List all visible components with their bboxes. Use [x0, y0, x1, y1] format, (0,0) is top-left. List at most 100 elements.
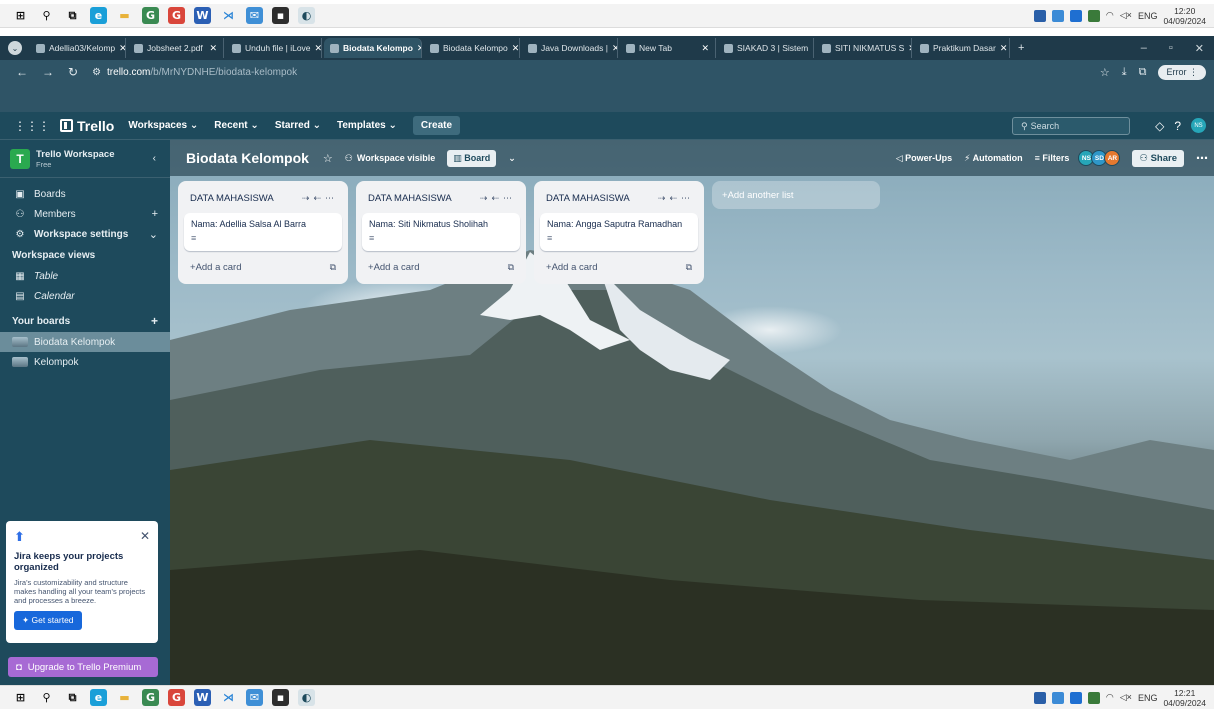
header-nav-templates[interactable]: Templates ⌄	[337, 120, 397, 131]
board-view-button[interactable]: ▥ Board	[447, 149, 497, 167]
card[interactable]: Nama: Siti Nikmatus Sholihah ≡	[362, 213, 520, 251]
tab-close-icon[interactable]: ✕	[1000, 43, 1008, 54]
tab-close-icon[interactable]: ✕	[209, 43, 217, 54]
bookmark-star-icon[interactable]: ☆	[1100, 66, 1110, 79]
minimize-icon[interactable]: –	[1141, 42, 1147, 55]
tray-app-icon[interactable]	[1087, 9, 1100, 22]
powerups-button[interactable]: ◁ Power-Ups	[896, 153, 952, 164]
mail-icon[interactable]: ✉	[246, 689, 263, 706]
windows-start-icon[interactable]: ⊞	[12, 7, 29, 24]
tray-app-icon[interactable]	[1033, 9, 1046, 22]
tab-close-icon[interactable]: ✕	[812, 43, 813, 54]
site-info-icon[interactable]: ⚙	[92, 67, 101, 78]
visibility-button[interactable]: ⚇ Workspace visible	[345, 153, 435, 164]
vscode-icon[interactable]: ⋊	[220, 7, 237, 24]
mail-icon[interactable]: ✉	[246, 7, 263, 24]
task-view-icon[interactable]: ⧉	[64, 7, 81, 24]
file-explorer-icon[interactable]: ▬	[116, 7, 133, 24]
list-title[interactable]: DATA MAHASISWA	[368, 193, 452, 204]
list-title[interactable]: DATA MAHASISWA	[190, 193, 274, 204]
tab-close-icon[interactable]: ✕	[119, 43, 125, 54]
list-header[interactable]: DATA MAHASISWA ⇢⇠⋯	[540, 187, 698, 209]
collapse-list-icon[interactable]: ⇢⇠	[302, 193, 325, 203]
close-icon[interactable]: ✕	[1195, 42, 1204, 55]
download-icon[interactable]: ⤓	[1122, 66, 1127, 79]
header-nav-workspaces[interactable]: Workspaces ⌄	[128, 120, 198, 131]
card[interactable]: Nama: Adellia Salsa Al Barra ≡	[184, 213, 342, 251]
notifications-icon[interactable]: ◇	[1155, 119, 1164, 133]
card-template-icon[interactable]: ⧉	[330, 262, 336, 273]
list-header[interactable]: DATA MAHASISWA ⇢⇠⋯	[362, 187, 520, 209]
sidebar-item-calendar[interactable]: ▤ Calendar	[0, 286, 170, 306]
terminal-icon[interactable]: ▪	[272, 689, 289, 706]
back-icon[interactable]: ←	[16, 65, 28, 79]
tab-close-icon[interactable]: ✕	[417, 43, 421, 54]
volume-icon[interactable]: ◁×	[1120, 692, 1132, 703]
sidebar-board-biodata-kelompok[interactable]: Biodata Kelompok	[0, 332, 170, 352]
language-indicator[interactable]: ENG	[1138, 11, 1158, 21]
filters-button[interactable]: ≡ Filters	[1035, 153, 1070, 163]
header-nav-recent[interactable]: Recent ⌄	[214, 120, 259, 131]
clock[interactable]: 12:20 04/09/2024	[1163, 6, 1206, 26]
sidebar-item-boards[interactable]: ▣ Boards	[0, 184, 170, 204]
browser-tab[interactable]: Praktikum Dasar ✕	[914, 38, 1010, 58]
extensions-icon[interactable]: ⧉	[1139, 66, 1147, 79]
wifi-icon[interactable]: ◠	[1106, 692, 1114, 703]
member-avatar[interactable]: AR	[1104, 150, 1121, 166]
vscode-icon[interactable]: ⋊	[220, 689, 237, 706]
more-icon[interactable]: ⋯	[681, 193, 694, 203]
list-actions[interactable]: ⇢⇠⋯	[480, 193, 516, 204]
word-icon[interactable]: W	[194, 689, 211, 706]
collapse-list-icon[interactable]: ⇢⇠	[480, 193, 503, 203]
wifi-icon[interactable]: ◠	[1106, 10, 1114, 21]
list-header[interactable]: DATA MAHASISWA ⇢⇠⋯	[184, 187, 342, 209]
chrome-profile-icon[interactable]: G	[168, 689, 185, 706]
add-board-icon[interactable]: +	[151, 314, 158, 328]
file-explorer-icon[interactable]: ▬	[116, 689, 133, 706]
tray-app-icon[interactable]	[1087, 691, 1100, 704]
task-view-icon[interactable]: ⧉	[64, 689, 81, 706]
create-button[interactable]: Create	[412, 116, 461, 135]
chevron-down-icon[interactable]: ⌄	[508, 153, 516, 164]
more-icon[interactable]: ⋯	[325, 193, 338, 203]
tray-app-icon[interactable]	[1051, 691, 1064, 704]
paint-icon[interactable]: ◐	[298, 7, 315, 24]
board-title[interactable]: Biodata Kelompok	[186, 150, 309, 166]
tray-app-icon[interactable]	[1051, 9, 1064, 22]
tab-close-icon[interactable]: ✕	[701, 43, 709, 54]
add-card-button[interactable]: + Add a card ⧉	[362, 255, 520, 279]
automation-button[interactable]: ⚡ Automation	[964, 153, 1023, 164]
sidebar-item-workspace-settings[interactable]: ⚙ Workspace settings ⌄	[0, 224, 170, 244]
browser-tab[interactable]: Jobsheet 2.pdf ✕	[128, 38, 224, 58]
terminal-icon[interactable]: ▪	[272, 7, 289, 24]
url-field[interactable]: ⚙ trello.com/b/MrNYDNHE/biodata-kelompok	[92, 67, 297, 78]
chrome-icon[interactable]: G	[142, 689, 159, 706]
list-title[interactable]: DATA MAHASISWA	[546, 193, 630, 204]
edge-icon[interactable]: e	[90, 7, 107, 24]
tray-app-icon[interactable]	[1069, 691, 1082, 704]
search-icon[interactable]: ⚲	[38, 7, 55, 24]
windows-start-icon[interactable]: ⊞	[12, 689, 29, 706]
sidebar-item-members[interactable]: ⚇ Members +	[0, 204, 170, 224]
forward-icon[interactable]: →	[42, 65, 54, 79]
app-switcher-icon[interactable]: ⋮⋮⋮	[14, 119, 50, 133]
tray-app-icon[interactable]	[1033, 691, 1046, 704]
browser-tab[interactable]: Biodata Kelompo ✕	[324, 38, 422, 58]
tab-close-icon[interactable]: ✕	[315, 43, 321, 54]
chrome-profile-icon[interactable]: G	[168, 7, 185, 24]
collapse-list-icon[interactable]: ⇢⇠	[658, 193, 681, 203]
card-template-icon[interactable]: ⧉	[686, 262, 692, 273]
tab-close-icon[interactable]: ✕	[512, 43, 519, 54]
new-tab-button[interactable]: +	[1018, 42, 1024, 54]
error-button[interactable]: Error ⋮	[1158, 64, 1206, 80]
browser-tab[interactable]: Unduh file | iLove ✕	[226, 38, 322, 58]
browser-tab[interactable]: Biodata Kelompo ✕	[424, 38, 520, 58]
tab-close-icon[interactable]: ✕	[612, 43, 617, 54]
clock[interactable]: 12:21 04/09/2024	[1163, 688, 1206, 708]
add-card-button[interactable]: + Add a card ⧉	[184, 255, 342, 279]
browser-tab[interactable]: Adellia03/Kelomp ✕	[30, 38, 126, 58]
add-list-button[interactable]: + Add another list	[712, 181, 880, 209]
account-avatar[interactable]: NS	[1191, 118, 1206, 133]
reload-icon[interactable]: ↻	[68, 65, 78, 79]
tab-close-icon[interactable]: ✕	[908, 43, 911, 54]
